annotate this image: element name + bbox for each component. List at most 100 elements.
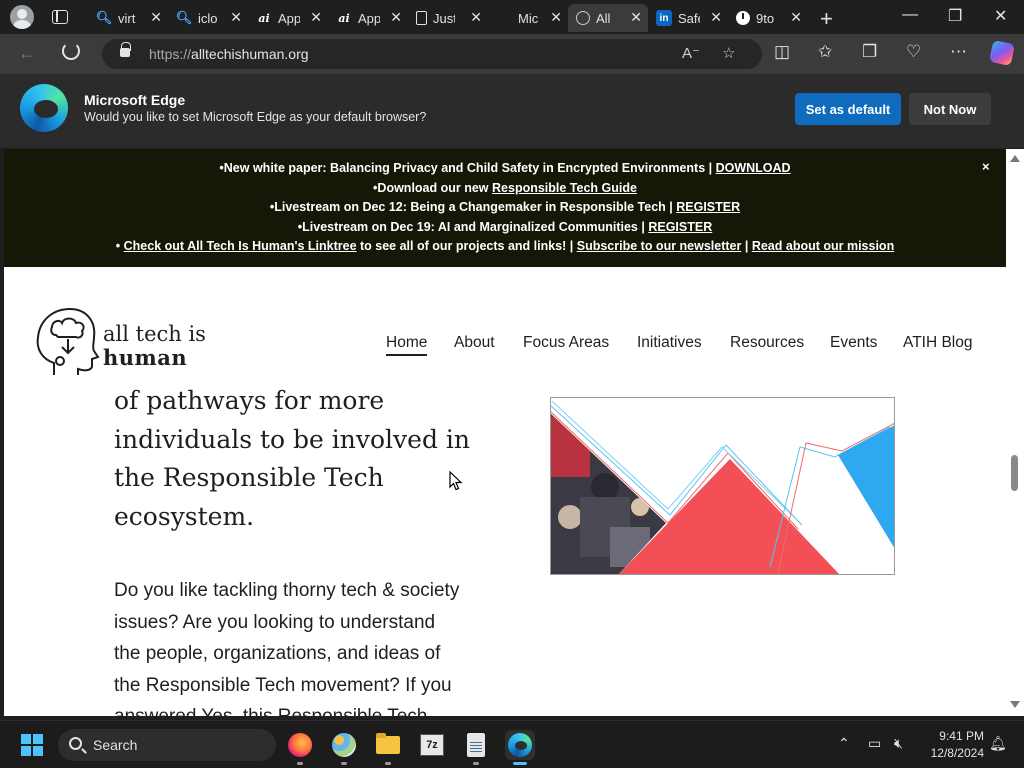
page-scrollbar[interactable] (1006, 149, 1024, 716)
file-explorer-taskbar-button[interactable] (373, 730, 403, 765)
hero-line: of pathways for more (114, 386, 385, 415)
close-tab-icon[interactable]: ✕ (470, 9, 482, 26)
close-tab-icon[interactable]: ✕ (310, 9, 322, 26)
url-host: alltechishuman.org (191, 46, 309, 62)
close-tab-icon[interactable]: ✕ (710, 9, 722, 26)
close-tab-icon[interactable]: ✕ (790, 9, 802, 26)
newsletter-link[interactable]: Subscribe to our newsletter (577, 239, 742, 253)
file-explorer-icon (376, 733, 400, 754)
tab-all-active[interactable]: All ✕ (568, 4, 648, 32)
tab-virt[interactable]: 🔍︎ virt ✕ (88, 4, 168, 32)
7zip-icon: 7z (420, 734, 444, 756)
favorite-star-icon[interactable]: ☆ (722, 44, 735, 62)
taskbar-search[interactable]: Search (58, 729, 276, 761)
show-hidden-icons-chevron-icon[interactable]: ⌃ (838, 735, 850, 752)
scroll-down-arrow-icon[interactable] (1010, 701, 1020, 708)
hero-heading: of pathways for more individuals to be i… (114, 382, 514, 536)
nav-about[interactable]: About (454, 334, 495, 352)
tab-iclo[interactable]: 🔍︎ iclo ✕ (168, 4, 248, 32)
settings-more-icon[interactable]: ⋯ (950, 42, 967, 62)
read-aloud-icon[interactable]: A⁻ (682, 44, 700, 62)
intro-paragraph: Do you like tackling thorny tech & socie… (114, 575, 514, 716)
scroll-up-arrow-icon[interactable] (1010, 155, 1020, 162)
edge-taskbar-button[interactable] (505, 730, 535, 765)
url-text[interactable]: https://alltechishuman.org (149, 46, 309, 62)
new-tab-button[interactable]: + (820, 6, 833, 32)
lock-icon[interactable] (120, 42, 131, 57)
close-window-icon[interactable]: ✕ (994, 6, 1007, 26)
banner-text: • (115, 239, 124, 253)
close-tab-icon[interactable]: ✕ (550, 9, 562, 26)
tab-strip: 🔍︎ virt ✕ 🔍︎ iclo ✕ ai App ✕ ai App ✕ Ju… (0, 0, 1024, 34)
minimize-icon[interactable]: — (902, 6, 918, 24)
register-link-dec12[interactable]: REGISTER (676, 200, 740, 214)
firefox-icon (288, 733, 312, 757)
not-now-button[interactable]: Not Now (909, 93, 991, 125)
clock-time[interactable]: 9:41 PM (920, 729, 984, 743)
nav-events[interactable]: Events (830, 334, 877, 352)
tab-title: Safe (678, 10, 700, 26)
refresh-icon[interactable] (62, 42, 80, 60)
7zip-taskbar-button[interactable]: 7z (417, 730, 447, 760)
hero-collage-image (550, 397, 895, 575)
tab-app-2[interactable]: ai App ✕ (328, 4, 408, 32)
tab-actions-icon[interactable] (52, 10, 68, 24)
responsible-tech-guide-link[interactable]: Responsible Tech Guide (492, 181, 637, 195)
favorites-icon[interactable]: ✩ (818, 42, 832, 62)
logo-text-line2[interactable]: human (103, 345, 187, 370)
paint-taskbar-button[interactable] (329, 730, 359, 765)
close-tab-icon[interactable]: ✕ (150, 9, 162, 26)
nav-initiatives[interactable]: Initiatives (637, 334, 702, 352)
close-tab-icon[interactable]: ✕ (230, 9, 242, 26)
close-tab-icon[interactable]: ✕ (630, 9, 642, 26)
split-screen-icon[interactable]: ◫ (774, 42, 790, 62)
logo-text-line1[interactable]: all tech is (103, 322, 206, 346)
nav-home[interactable]: Home (386, 334, 428, 356)
restore-icon[interactable]: ❐ (948, 6, 962, 26)
notifications-bell-icon[interactable]: 🔔︎ (989, 735, 1007, 752)
back-arrow-icon[interactable]: ← (18, 43, 36, 64)
tab-title: iclo (198, 10, 218, 26)
tab-just[interactable]: Just ✕ (408, 4, 488, 32)
search-icon: 🔍︎ (95, 10, 113, 25)
address-bar[interactable]: https://alltechishuman.org A⁻ ☆ (102, 39, 762, 69)
copilot-icon[interactable] (988, 39, 1016, 67)
tab-title: virt (118, 10, 136, 26)
default-browser-infobar: Microsoft Edge Would you like to set Mic… (0, 74, 1024, 148)
paragraph-line: issues? Are you looking to understand (114, 611, 436, 633)
register-link-dec19[interactable]: REGISTER (648, 220, 712, 234)
collections-icon[interactable]: ❐ (862, 42, 877, 62)
tab-9to[interactable]: 9to ✕ (728, 4, 808, 32)
brain-head-logo-icon[interactable] (32, 305, 102, 379)
close-tab-icon[interactable]: ✕ (390, 9, 402, 26)
search-label: Search (93, 737, 138, 753)
notepad-taskbar-button[interactable] (461, 730, 491, 765)
banner-text: •Livestream on Dec 19: AI and Marginaliz… (297, 220, 649, 234)
tab-safe[interactable]: in Safe ✕ (648, 4, 728, 32)
browser-essentials-icon[interactable]: ♡ (906, 42, 921, 62)
tab-app-1[interactable]: ai App ✕ (248, 4, 328, 32)
mission-link[interactable]: Read about our mission (752, 239, 894, 253)
nav-resources[interactable]: Resources (730, 334, 804, 352)
download-link[interactable]: DOWNLOAD (716, 161, 791, 175)
banner-text: •Livestream on Dec 12: Being a Changemak… (269, 200, 677, 214)
nav-focus-areas[interactable]: Focus Areas (523, 334, 609, 352)
mouse-cursor-icon (449, 471, 463, 491)
set-as-default-button[interactable]: Set as default (795, 93, 901, 125)
banner-line: • Check out All Tech Is Human's Linktree… (4, 239, 1006, 253)
nav-atih-blog[interactable]: ATIH Blog (903, 334, 973, 352)
firefox-taskbar-button[interactable] (285, 730, 315, 765)
linktree-link[interactable]: Check out All Tech Is Human's Linktree (124, 239, 357, 253)
tab-title: Mic (518, 10, 539, 26)
volume-muted-icon[interactable]: 🔇︎ (894, 735, 903, 752)
linkedin-icon: in (656, 10, 672, 26)
paint-icon (332, 733, 356, 757)
ai-icon: ai (258, 11, 270, 25)
page-viewport: × •New white paper: Balancing Privacy an… (4, 149, 1006, 716)
network-icon[interactable]: ▭ (868, 735, 881, 752)
start-windows-icon[interactable] (21, 734, 43, 756)
profile-avatar[interactable] (10, 5, 34, 29)
clock-date[interactable]: 12/8/2024 (920, 746, 984, 760)
scrollbar-thumb[interactable] (1011, 455, 1018, 491)
tab-mic[interactable]: Mic ✕ (488, 4, 568, 32)
